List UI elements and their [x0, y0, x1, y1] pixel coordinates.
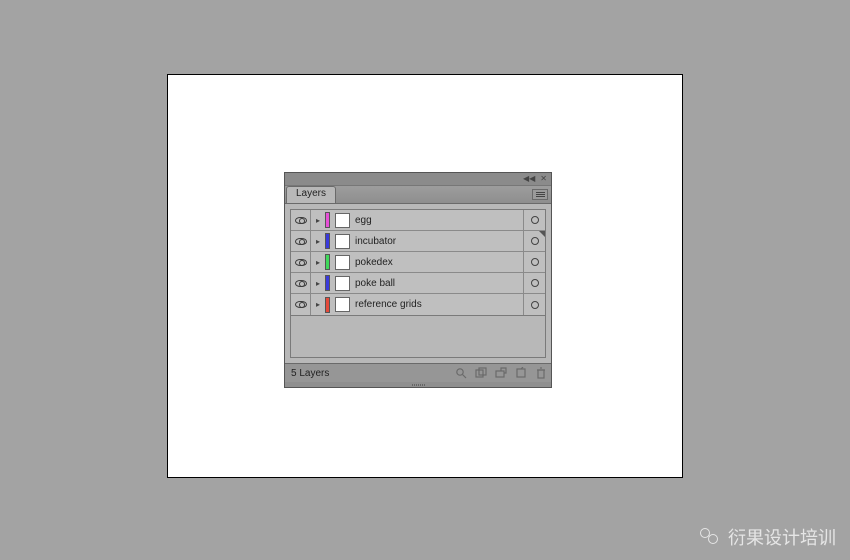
new-layer-icon[interactable] [511, 365, 531, 381]
new-sublayer-icon[interactable] [491, 365, 511, 381]
visibility-toggle[interactable] [291, 294, 311, 315]
disclosure-triangle-icon[interactable]: ▸ [311, 210, 325, 230]
selected-art-marker-icon [539, 231, 545, 237]
visibility-toggle[interactable] [291, 231, 311, 251]
layer-color-swatch [325, 254, 330, 270]
layer-row[interactable]: ▸ incubator [291, 231, 545, 252]
locate-object-icon[interactable] [451, 365, 471, 381]
target-ring-icon [531, 301, 539, 309]
disclosure-triangle-icon[interactable]: ▸ [311, 252, 325, 272]
target-indicator[interactable] [523, 231, 545, 251]
layer-name-label[interactable]: reference grids [355, 299, 523, 310]
layers-panel: ◀◀ ✕ Layers ▸ egg ▸ incubator ▸ pokedex [284, 172, 552, 388]
eye-icon [295, 217, 307, 224]
panel-topbar: ◀◀ ✕ [285, 173, 551, 186]
layer-row[interactable]: ▸ poke ball [291, 273, 545, 294]
weibo-logo-icon [700, 528, 722, 546]
disclosure-triangle-icon[interactable]: ▸ [311, 231, 325, 251]
visibility-toggle[interactable] [291, 252, 311, 272]
target-indicator[interactable] [523, 273, 545, 293]
layer-color-swatch [325, 212, 330, 228]
eye-icon [295, 301, 307, 308]
eye-icon [295, 259, 307, 266]
layer-thumbnail [335, 255, 350, 270]
layer-row[interactable]: ▸ reference grids [291, 294, 545, 315]
watermark-text: 衍果设计培训 [728, 524, 836, 550]
disclosure-triangle-icon[interactable]: ▸ [311, 273, 325, 293]
delete-layer-icon[interactable] [531, 365, 551, 381]
eye-icon [295, 280, 307, 287]
watermark: 衍果设计培训 [700, 524, 836, 550]
target-indicator[interactable] [523, 294, 545, 315]
layer-name-label[interactable]: poke ball [355, 278, 523, 289]
close-panel-icon[interactable]: ✕ [540, 175, 547, 183]
collapse-panel-icon[interactable]: ◀◀ [523, 175, 535, 183]
visibility-toggle[interactable] [291, 273, 311, 293]
layer-name-label[interactable]: incubator [355, 236, 523, 247]
target-ring-icon [531, 279, 539, 287]
panel-tabbar: Layers [285, 186, 551, 204]
layer-thumbnail [335, 234, 350, 249]
layer-name-label[interactable]: pokedex [355, 257, 523, 268]
layer-thumbnail [335, 213, 350, 228]
layer-color-swatch [325, 233, 330, 249]
eye-icon [295, 238, 307, 245]
visibility-toggle[interactable] [291, 210, 311, 230]
layers-body: ▸ egg ▸ incubator ▸ pokedex ▸ poke ball [285, 204, 551, 363]
panel-resize-grip[interactable] [285, 382, 551, 387]
layer-thumbnail [335, 297, 350, 312]
target-indicator[interactable] [523, 210, 545, 230]
target-ring-icon [531, 216, 539, 224]
target-ring-icon [531, 258, 539, 266]
layer-row[interactable]: ▸ egg [291, 210, 545, 231]
target-indicator[interactable] [523, 252, 545, 272]
target-ring-icon [531, 237, 539, 245]
disclosure-triangle-icon[interactable]: ▸ [311, 294, 325, 315]
layer-count-label: 5 Layers [291, 368, 329, 379]
layer-name-label[interactable]: egg [355, 215, 523, 226]
make-clipping-mask-icon[interactable] [471, 365, 491, 381]
panel-menu-button[interactable] [532, 189, 548, 200]
layer-thumbnail [335, 276, 350, 291]
layer-color-swatch [325, 275, 330, 291]
layer-color-swatch [325, 297, 330, 313]
layer-row[interactable]: ▸ pokedex [291, 252, 545, 273]
tab-layers[interactable]: Layers [286, 186, 336, 203]
panel-footer: 5 Layers [285, 363, 551, 387]
